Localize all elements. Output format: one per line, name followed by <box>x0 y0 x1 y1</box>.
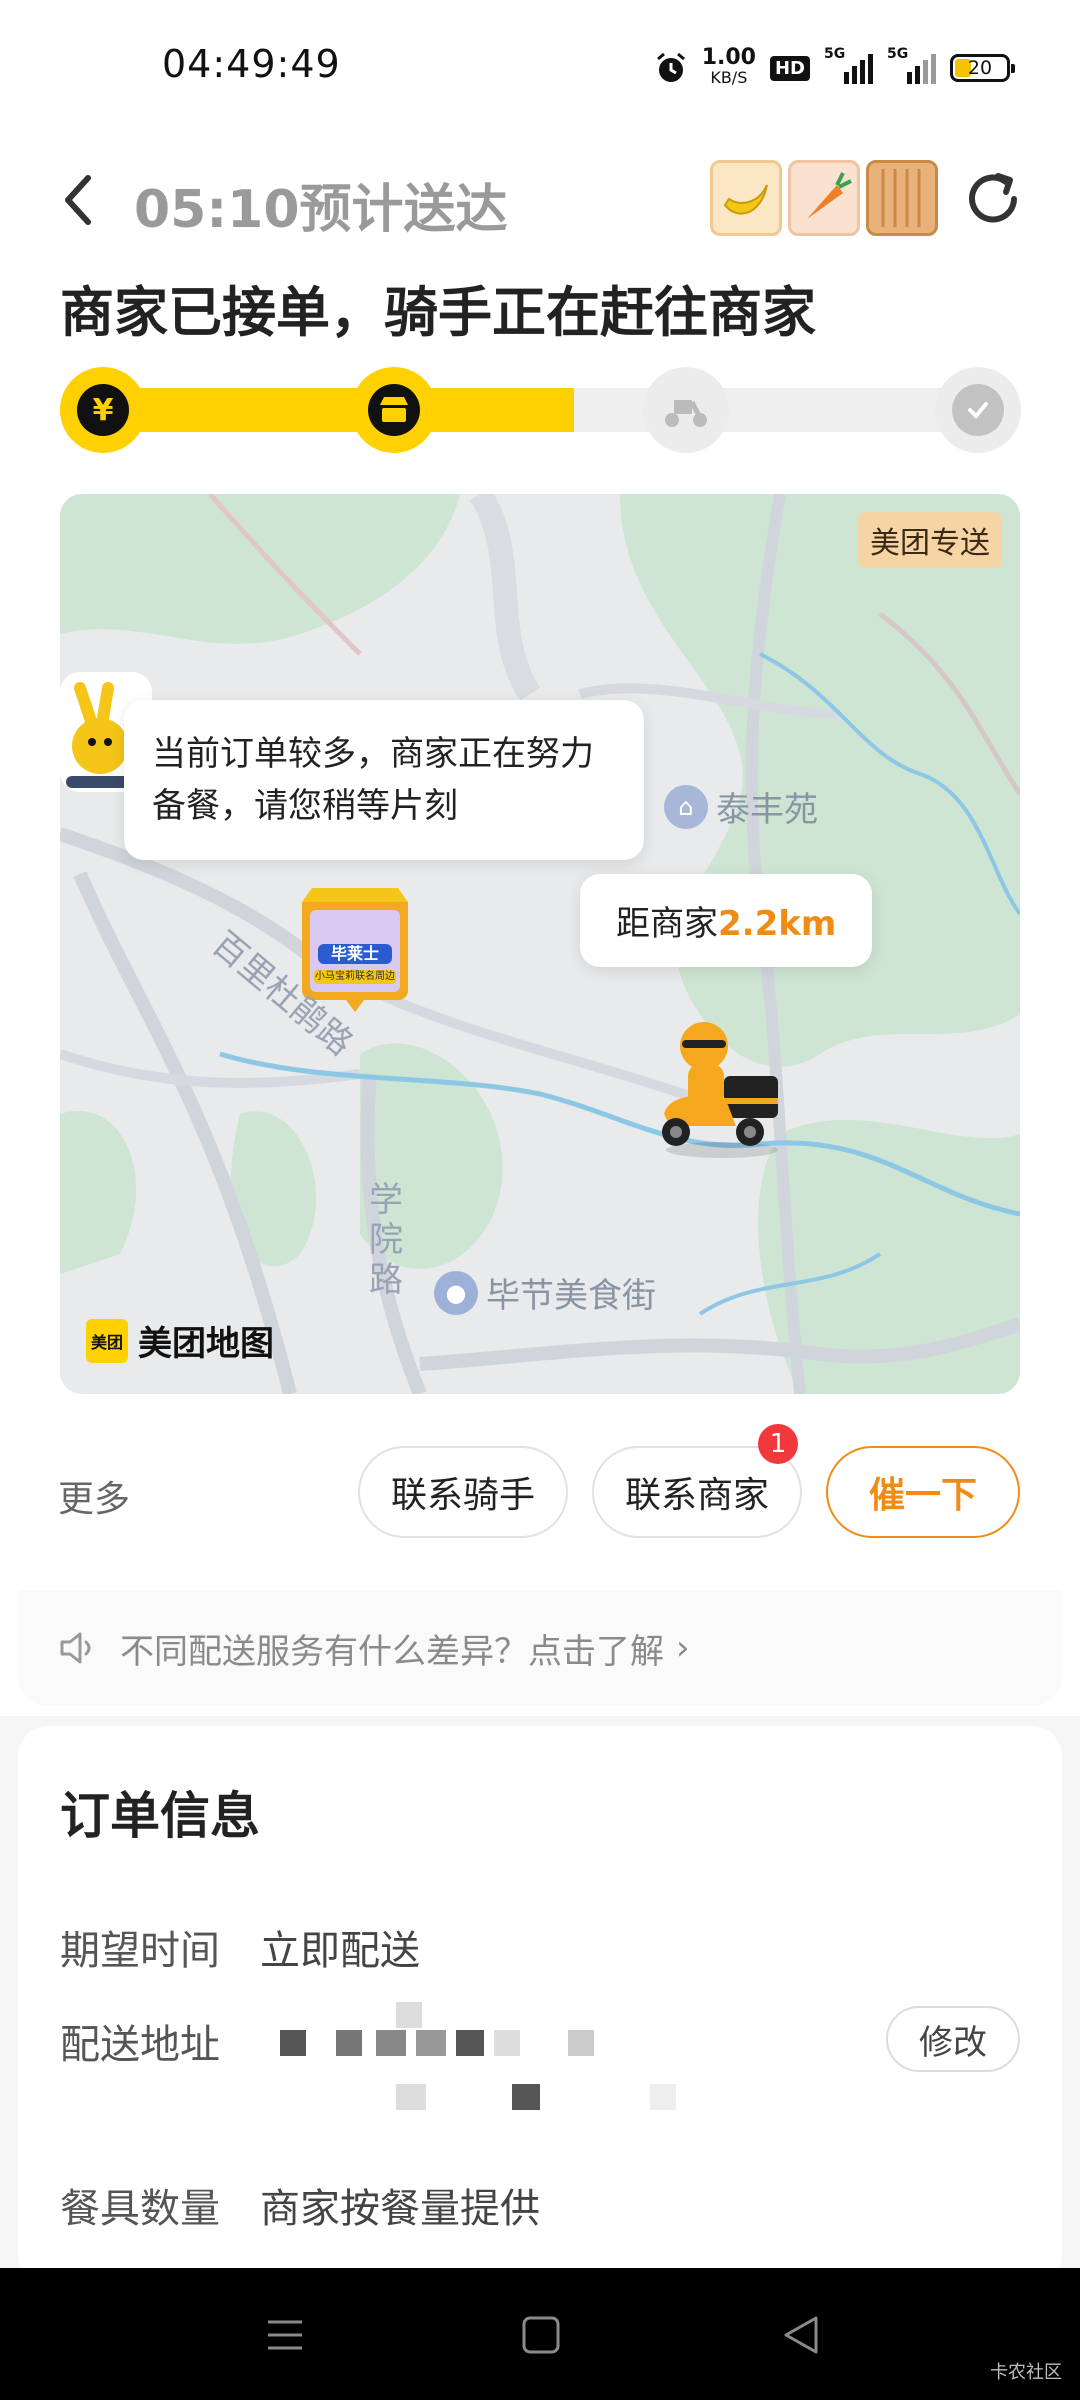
delivery-service-badge: 美团专送 <box>858 512 1002 568</box>
road-label-xueyuan: 学院路 <box>369 1180 403 1300</box>
pay-yen-icon: ¥ <box>77 384 129 436</box>
crate-icon[interactable] <box>866 160 938 236</box>
poi-food-street: ● 毕节美食街 <box>434 1268 656 1317</box>
step-rider <box>643 367 729 453</box>
food-poi-icon: ● <box>434 1270 478 1315</box>
expected-time-value: 立即配送 <box>260 1928 420 1974</box>
map-background <box>60 494 1020 1394</box>
residential-icon: ⌂ <box>664 784 708 829</box>
order-info-title: 订单信息 <box>60 1787 260 1845</box>
expected-time-label: 期望时间 <box>60 1928 220 1974</box>
distance-bubble: 距商家2.2km <box>580 874 873 967</box>
eta-title: 05:10预计送达 <box>134 180 508 240</box>
watermark: 卡农社区 <box>990 2362 1062 2383</box>
delivery-service-tip[interactable]: 不同配送服务有什么差异？点击了解 › <box>18 1590 1062 1706</box>
battery-icon: 20 <box>950 54 1015 82</box>
rider-icon <box>662 1022 778 1158</box>
refresh-icon[interactable] <box>962 168 1024 230</box>
map-logo: 美团 美团地图 <box>86 1316 274 1365</box>
more-button[interactable]: 更多 <box>58 1470 130 1522</box>
urge-button[interactable]: 催一下 <box>826 1446 1020 1538</box>
step-done <box>935 367 1021 453</box>
order-status: 商家已接单，骑手正在赶往商家 <box>60 281 816 344</box>
step-paid: ¥ <box>60 367 146 453</box>
utensils-label: 餐具数量 <box>60 2186 220 2232</box>
hd-voice-icon: HD <box>769 55 810 81</box>
signal-icon-2: 5G <box>887 46 936 84</box>
chevron-right-icon: › <box>676 1628 690 1668</box>
scooter-icon <box>660 384 712 436</box>
store-sign-name: 毕莱士 <box>330 944 379 963</box>
back-nav-icon[interactable] <box>778 2312 824 2358</box>
banana-icon[interactable] <box>710 160 782 236</box>
alarm-icon <box>656 52 685 82</box>
address-redacted <box>280 2002 676 2132</box>
check-icon <box>952 384 1004 436</box>
address-label: 配送地址 <box>60 2022 220 2068</box>
utensils-value: 商家按餐量提供 <box>260 2186 540 2232</box>
status-icons: 1.00 KB/S HD 5G 5G 20 <box>654 45 1015 90</box>
carrot-icon[interactable] <box>788 160 860 236</box>
status-time: 04:49:49 <box>162 42 341 86</box>
step-merchant <box>351 367 437 453</box>
poi-taifengyuan: ⌂ 泰丰苑 <box>664 782 818 831</box>
network-speed: 1.00 KB/S <box>701 45 756 88</box>
store-icon <box>368 384 420 436</box>
contact-rider-button[interactable]: 联系骑手 <box>358 1446 568 1538</box>
delivery-map[interactable]: 美团专送 当前订单较多，商家正在努力备餐，请您稍等片刻 毕莱士 小马宝莉联名周边… <box>60 494 1020 1394</box>
speaker-icon <box>60 1632 91 1664</box>
home-icon[interactable] <box>518 2312 564 2358</box>
merchant-busy-notice: 当前订单较多，商家正在努力备餐，请您稍等片刻 <box>124 700 644 860</box>
meituan-logo-icon: 美团 <box>86 1318 129 1363</box>
unread-badge: 1 <box>758 1424 798 1464</box>
tip-text: 不同配送服务有什么差异？点击了解 <box>120 1631 664 1672</box>
back-icon[interactable] <box>58 170 98 230</box>
store-sign-sub: 小马宝莉联名周边 <box>315 971 395 982</box>
menu-icon[interactable] <box>262 2312 308 2358</box>
signal-icon: 5G <box>824 46 873 84</box>
edit-address-button[interactable]: 修改 <box>886 2006 1020 2072</box>
